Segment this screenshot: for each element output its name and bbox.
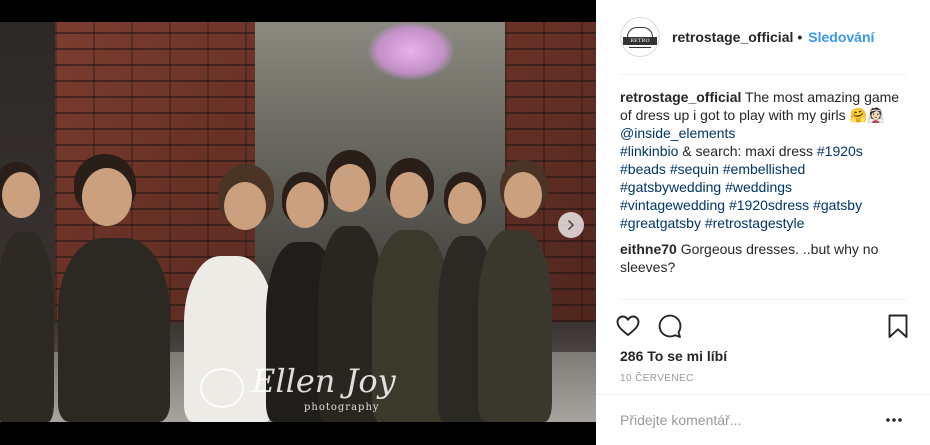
hashtag-link[interactable]: #embellished <box>723 161 806 177</box>
post-header: RETRO STAGE retrostage_official • Sledov… <box>596 0 930 74</box>
post-photo: Ellen Joy photography <box>0 22 596 422</box>
hashtag-link[interactable]: #sequin <box>670 161 719 177</box>
caption-username[interactable]: retrostage_official <box>620 89 741 105</box>
post-actions <box>612 310 914 342</box>
bookmark-icon <box>888 314 908 338</box>
separator-dot: • <box>797 29 803 45</box>
chevron-right-icon <box>568 220 574 230</box>
avatar[interactable]: RETRO STAGE <box>620 17 660 57</box>
comment-box-divider <box>596 394 930 395</box>
hashtag-link[interactable]: #1920s <box>817 143 863 159</box>
hashtag-link[interactable]: #1920sdress <box>729 197 809 213</box>
hashtag-link[interactable]: #vintagewedding <box>620 197 725 213</box>
post-details-panel: RETRO STAGE retrostage_official • Sledov… <box>596 0 930 445</box>
comment-button[interactable] <box>654 310 686 342</box>
comment-icon <box>658 314 682 338</box>
hashtag-link[interactable]: #gatsby <box>813 197 862 213</box>
like-button[interactable] <box>612 310 644 342</box>
hashtag-link[interactable]: #beads <box>620 161 666 177</box>
hashtag-link[interactable]: #greatgatsby <box>620 215 701 231</box>
more-options-button[interactable] <box>882 408 906 432</box>
hashtag-link[interactable]: #retrostagestyle <box>705 215 805 231</box>
post-media: Ellen Joy photography <box>0 0 596 445</box>
caption: retrostage_official The most amazing gam… <box>620 88 912 232</box>
follow-button[interactable]: Sledování <box>808 29 874 45</box>
post-author-username[interactable]: retrostage_official <box>672 29 793 45</box>
comments-section: retrostage_official The most amazing gam… <box>620 88 912 276</box>
comment-form <box>620 404 906 436</box>
mention-link[interactable]: @inside_elements <box>620 125 735 141</box>
save-button[interactable] <box>882 310 914 342</box>
watermark-subtext: photography <box>304 402 380 413</box>
caption-search-text: & search: maxi dress <box>682 143 813 159</box>
photographer-watermark: Ellen Joy photography <box>200 362 410 418</box>
actions-divider <box>620 299 906 300</box>
caption-emoji: 🤗👰🏻 <box>849 107 885 123</box>
more-options-icon <box>886 418 902 422</box>
retro-stage-logo: RETRO STAGE <box>623 24 657 52</box>
watermark-logo <box>200 368 244 408</box>
hashtag-link[interactable]: #gatsbywedding <box>620 179 721 195</box>
comment-input[interactable] <box>620 412 882 428</box>
hashtag-link[interactable]: #weddings <box>725 179 792 195</box>
comment-username[interactable]: eithne70 <box>620 241 677 257</box>
likes-count[interactable]: 286 To se mi líbí <box>620 348 727 364</box>
next-photo-button[interactable] <box>558 212 584 238</box>
watermark-text: Ellen Joy <box>252 362 396 400</box>
post-date[interactable]: 10 ČERVENEC <box>620 373 694 384</box>
header-divider <box>620 74 906 75</box>
heart-icon <box>616 315 640 336</box>
comment-item: eithne70 Gorgeous dresses. ..but why no … <box>620 240 912 276</box>
hashtag-link[interactable]: #linkinbio <box>620 143 678 159</box>
